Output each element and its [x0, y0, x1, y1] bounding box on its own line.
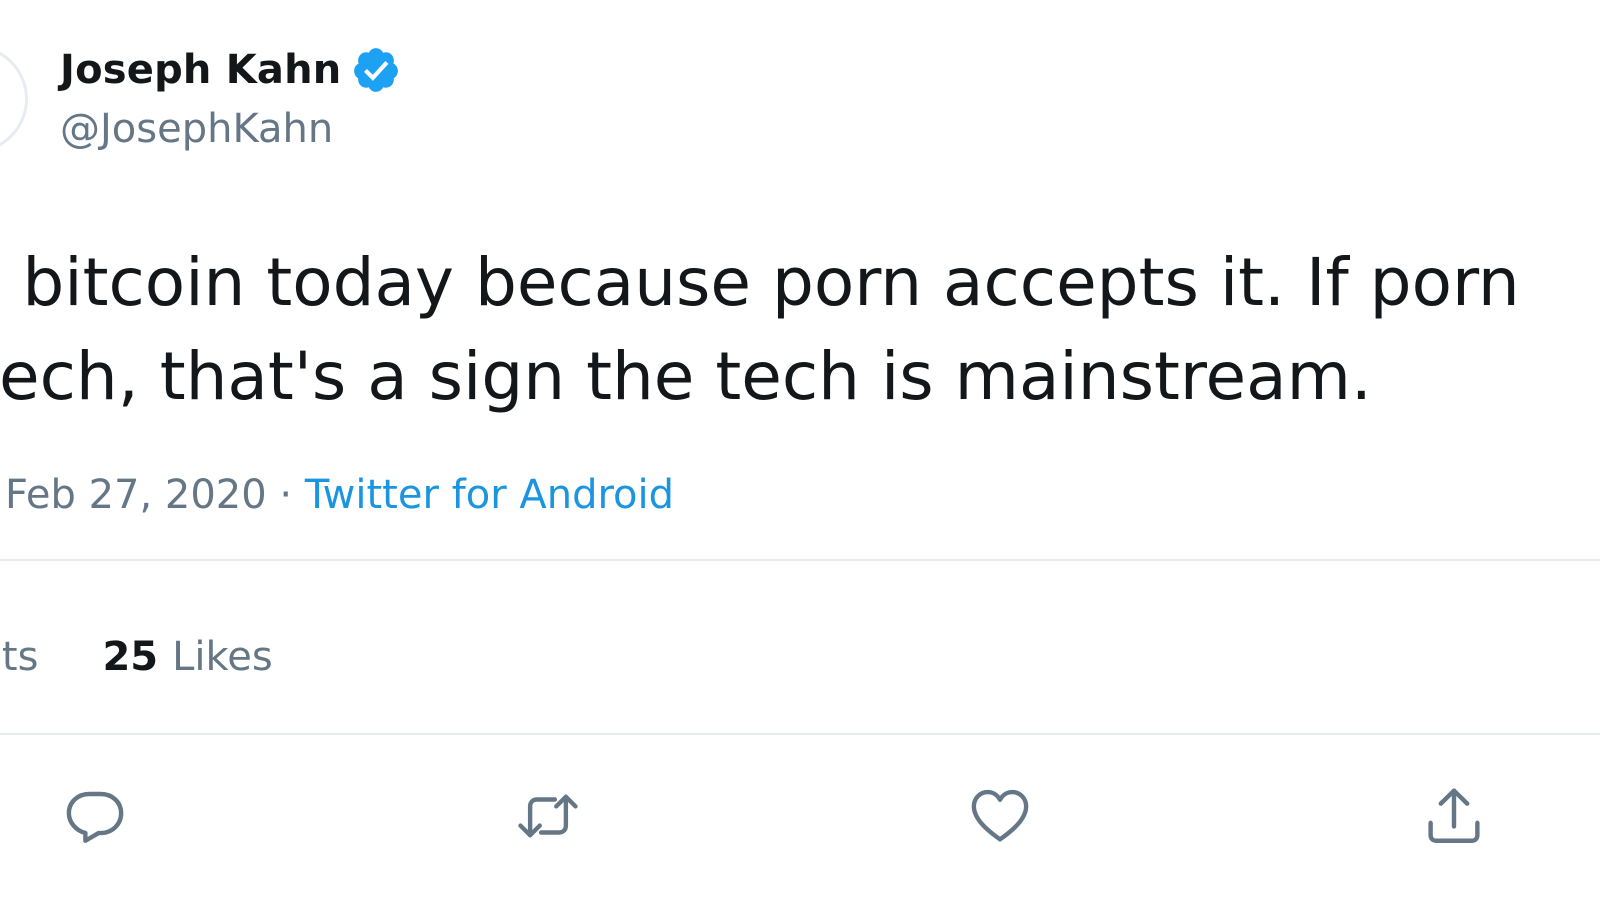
author-handle[interactable]: @JosephKahn [60, 106, 333, 152]
tweet-text-line-1: ught bitcoin today because porn accepts … [0, 244, 1520, 321]
tweet-source-link[interactable]: Twitter for Android [305, 472, 674, 518]
tweet-text: ught bitcoin today because porn accepts … [0, 236, 1600, 424]
divider [0, 559, 1600, 561]
retweet-icon [518, 794, 578, 838]
retweets-stat[interactable]: weets [0, 634, 38, 680]
tweet-metadata: AM · Feb 27, 2020 · Twitter for Android [0, 472, 674, 518]
retweets-label: weets [0, 634, 39, 680]
likes-stat[interactable]: 25 Likes [102, 634, 272, 680]
engagement-stats: weets 25 Likes [0, 634, 273, 680]
verified-badge-icon [351, 45, 401, 95]
avatar[interactable] [0, 45, 28, 153]
share-icon [1428, 788, 1480, 843]
divider [0, 733, 1600, 735]
tweet-card: Joseph Kahn @JosephKahn ught bitcoin tod… [0, 0, 1600, 900]
likes-label: Likes [172, 634, 273, 680]
likes-count: 25 [102, 634, 159, 680]
tweet-date[interactable]: Feb 27, 2020 [5, 472, 267, 518]
meta-separator: · [266, 472, 305, 518]
author-display-name[interactable]: Joseph Kahn [60, 47, 341, 93]
author-row: Joseph Kahn [60, 44, 401, 96]
retweet-button[interactable] [512, 780, 584, 852]
like-button[interactable] [964, 780, 1036, 852]
share-button[interactable] [1418, 780, 1490, 852]
reply-icon [66, 791, 124, 843]
reply-button[interactable] [59, 780, 131, 852]
tweet-text-line-2: pts tech, that's a sign the tech is main… [0, 338, 1372, 415]
heart-icon [971, 789, 1029, 842]
